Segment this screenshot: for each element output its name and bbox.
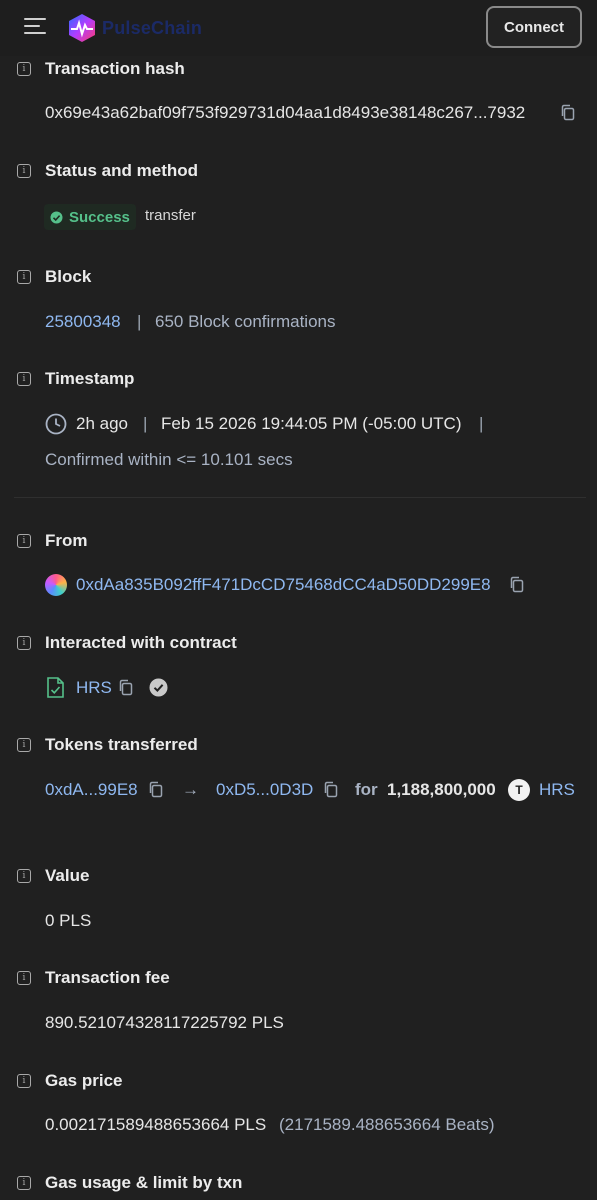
info-icon[interactable] xyxy=(17,164,31,178)
info-icon[interactable] xyxy=(17,971,31,985)
value-amount: 0 PLS xyxy=(45,911,92,930)
value-label: Value xyxy=(45,866,90,885)
separator: | xyxy=(143,414,148,433)
token-to-link[interactable]: 0xD5...0D3D xyxy=(216,780,313,800)
token-icon: T xyxy=(508,779,530,801)
token-symbol-link[interactable]: HRS xyxy=(539,780,575,800)
gas-price-label: Gas price xyxy=(45,1071,123,1090)
method-value: transfer xyxy=(145,207,196,224)
verified-check-icon xyxy=(149,678,168,697)
info-icon[interactable] xyxy=(17,869,31,883)
copy-icon[interactable] xyxy=(560,104,576,122)
status-badge: Success xyxy=(44,204,136,230)
copy-icon[interactable] xyxy=(148,781,164,799)
app-header: PulseChain Connect xyxy=(0,0,597,56)
check-circle-icon xyxy=(50,211,63,223)
status-badge-text: Success xyxy=(69,208,130,226)
avatar xyxy=(45,574,67,596)
tx-hash-label: Transaction hash xyxy=(45,59,185,78)
timestamp-label: Timestamp xyxy=(45,369,135,388)
separator: | xyxy=(479,414,484,433)
info-icon[interactable] xyxy=(17,534,31,548)
token-from-link[interactable]: 0xdA...99E8 xyxy=(45,780,138,800)
pulsechain-logo-icon xyxy=(69,14,95,42)
info-icon[interactable] xyxy=(17,372,31,386)
logo-text: PulseChain xyxy=(102,17,203,38)
timestamp-ago: 2h ago xyxy=(76,414,128,433)
connect-button[interactable]: Connect xyxy=(486,6,582,48)
menu-icon[interactable] xyxy=(24,18,46,36)
tx-hash-value: 0x69e43a62baf09f753f929731d04aa1d8493e38… xyxy=(45,103,526,122)
contract-label: Interacted with contract xyxy=(45,633,237,652)
for-text: for xyxy=(355,780,378,799)
divider xyxy=(14,497,586,498)
contract-file-icon xyxy=(47,677,64,698)
timestamp-datetime: Feb 15 2026 19:44:05 PM (-05:00 UTC) xyxy=(161,414,462,433)
separator: | xyxy=(137,312,142,331)
block-confirmations: 650 Block confirmations xyxy=(155,312,336,331)
contract-link[interactable]: HRS xyxy=(76,678,112,698)
info-icon[interactable] xyxy=(17,1074,31,1088)
logo[interactable]: PulseChain xyxy=(66,12,202,44)
info-icon[interactable] xyxy=(17,738,31,752)
info-icon[interactable] xyxy=(17,270,31,284)
status-label: Status and method xyxy=(45,161,199,180)
fee-label: Transaction fee xyxy=(45,968,170,987)
info-icon[interactable] xyxy=(17,62,31,76)
copy-icon[interactable] xyxy=(118,679,134,697)
clock-icon xyxy=(45,413,67,435)
block-number-link[interactable]: 25800348 xyxy=(45,312,121,332)
block-label: Block xyxy=(45,267,92,286)
arrow-right-icon: → xyxy=(182,780,199,799)
copy-icon[interactable] xyxy=(509,576,525,594)
copy-icon[interactable] xyxy=(323,781,339,799)
info-icon[interactable] xyxy=(17,1176,31,1190)
from-address-link[interactable]: 0xdAa835B092ffF471DcCD75468dCC4aD50DD299… xyxy=(76,575,491,595)
gas-usage-label: Gas usage & limit by txn xyxy=(45,1173,243,1192)
info-icon[interactable] xyxy=(17,636,31,650)
timestamp-confirmed: Confirmed within <= 10.101 secs xyxy=(45,450,293,469)
token-amount: 1,188,800,000 xyxy=(387,780,496,799)
tokens-label: Tokens transferred xyxy=(45,735,198,754)
gas-price-amount: 0.002171589488653664 PLS xyxy=(45,1115,267,1134)
fee-amount: 890.521074328117225792 PLS xyxy=(45,1013,284,1032)
from-label: From xyxy=(45,531,88,550)
gas-price-beats: (2171589.488653664 Beats) xyxy=(279,1115,495,1134)
